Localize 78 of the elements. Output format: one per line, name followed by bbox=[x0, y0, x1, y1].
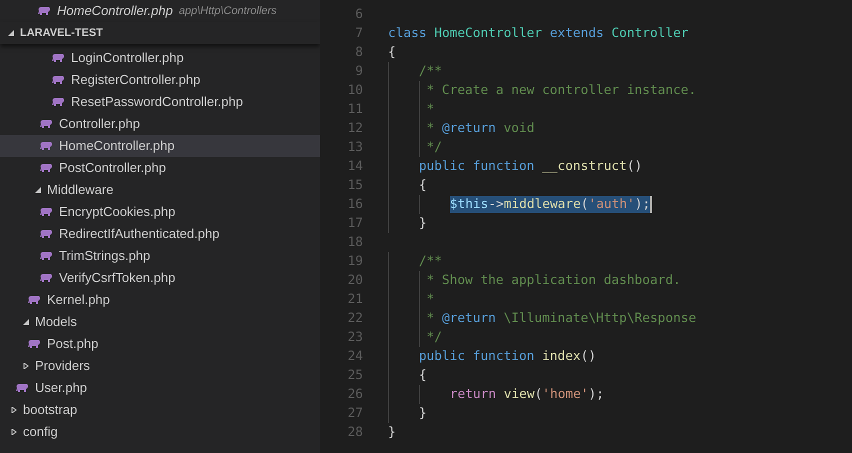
file-tree-item[interactable]: User.php bbox=[0, 377, 320, 399]
elephant-icon bbox=[52, 75, 65, 85]
line-number: 12 bbox=[346, 120, 363, 138]
file-tree-item[interactable]: RedirectIfAuthenticated.php bbox=[0, 223, 320, 245]
file-tree-item[interactable]: ResetPasswordController.php bbox=[0, 91, 320, 113]
folder-tree-item[interactable]: config bbox=[0, 421, 320, 443]
line-number: 19 bbox=[346, 252, 363, 271]
code-line: /** bbox=[418, 253, 442, 270]
code-line: /** bbox=[418, 63, 442, 80]
code-line: { bbox=[418, 177, 427, 194]
line-number: 6 bbox=[354, 6, 363, 24]
file-tree-item[interactable]: HomeController.php bbox=[0, 135, 320, 157]
elephant-icon bbox=[28, 295, 41, 305]
explorer-section-header[interactable]: LARAVEL-TEST bbox=[0, 22, 320, 44]
file-tree-item[interactable]: Post.php bbox=[0, 333, 320, 355]
elephant-icon bbox=[28, 339, 41, 349]
line-number: 23 bbox=[346, 328, 363, 347]
code-line: { bbox=[418, 367, 427, 384]
code-line: } bbox=[418, 405, 427, 422]
code-line: { bbox=[388, 44, 396, 61]
code-line: * Create a new controller instance. bbox=[426, 82, 696, 99]
code-line: * @return \Illuminate\Http\Response bbox=[426, 310, 696, 327]
file-tree-item[interactable]: LoginController.php bbox=[0, 47, 320, 69]
elephant-icon bbox=[40, 163, 53, 173]
code-line: class HomeController extends Controller bbox=[388, 25, 688, 42]
file-tree-item[interactable]: Controller.php bbox=[0, 113, 320, 135]
line-number: 7 bbox=[354, 24, 363, 43]
line-number: 13 bbox=[346, 138, 363, 157]
line-number: 17 bbox=[346, 214, 363, 233]
elephant-icon bbox=[40, 229, 53, 239]
elephant-icon bbox=[40, 207, 53, 217]
file-tree-item[interactable]: PostController.php bbox=[0, 157, 320, 179]
line-number: 25 bbox=[346, 366, 363, 385]
code-line: */ bbox=[426, 139, 442, 156]
line-number: 27 bbox=[346, 404, 363, 423]
line-number: 28 bbox=[346, 424, 363, 442]
line-number: 14 bbox=[346, 158, 363, 176]
file-tree-item[interactable]: TrimStrings.php bbox=[0, 245, 320, 267]
code-line: public function index() bbox=[418, 348, 596, 365]
folder-tree-item[interactable]: bootstrap bbox=[0, 399, 320, 421]
code-line: return view('home'); bbox=[450, 386, 604, 403]
folder-tree-item[interactable]: Providers bbox=[0, 355, 320, 377]
line-number: 18 bbox=[346, 234, 363, 252]
code-line: * Show the application dashboard. bbox=[426, 272, 681, 289]
line-number: 10 bbox=[346, 82, 363, 100]
code-line: * bbox=[426, 291, 434, 308]
line-number: 21 bbox=[346, 290, 363, 309]
code-line: } bbox=[418, 215, 427, 232]
open-editor-item[interactable]: HomeController.php app\Http\Controllers bbox=[0, 0, 320, 22]
file-tree-item[interactable]: RegisterController.php bbox=[0, 69, 320, 91]
line-number: 20 bbox=[346, 272, 363, 290]
elephant-icon bbox=[38, 6, 51, 16]
elephant-icon bbox=[52, 53, 65, 63]
line-number: 24 bbox=[346, 348, 363, 366]
line-number: 26 bbox=[346, 386, 363, 404]
code-line: * bbox=[426, 101, 434, 118]
file-tree-item[interactable]: Kernel.php bbox=[0, 289, 320, 311]
line-number: 15 bbox=[346, 176, 363, 195]
code-line: } bbox=[388, 424, 396, 441]
elephant-icon bbox=[40, 119, 53, 129]
file-tree-item[interactable]: VerifyCsrfToken.php bbox=[0, 267, 320, 289]
folder-tree-item[interactable]: Middleware bbox=[0, 179, 320, 201]
line-number: 22 bbox=[346, 310, 363, 328]
code-line: $this->middleware('auth'); bbox=[450, 196, 652, 213]
line-number: 16 bbox=[346, 196, 363, 214]
code-line: * @return void bbox=[426, 120, 534, 137]
code-line: public function __construct() bbox=[418, 158, 642, 175]
line-number: 11 bbox=[346, 100, 363, 119]
elephant-icon bbox=[16, 383, 29, 393]
elephant-icon bbox=[40, 273, 53, 283]
code-line: */ bbox=[426, 329, 442, 346]
line-number: 9 bbox=[354, 62, 363, 81]
elephant-icon bbox=[40, 141, 53, 151]
line-number: 8 bbox=[354, 44, 363, 62]
file-tree-item[interactable]: EncryptCookies.php bbox=[0, 201, 320, 223]
elephant-icon bbox=[52, 97, 65, 107]
elephant-icon bbox=[40, 251, 53, 261]
folder-tree-item[interactable]: Models bbox=[0, 311, 320, 333]
